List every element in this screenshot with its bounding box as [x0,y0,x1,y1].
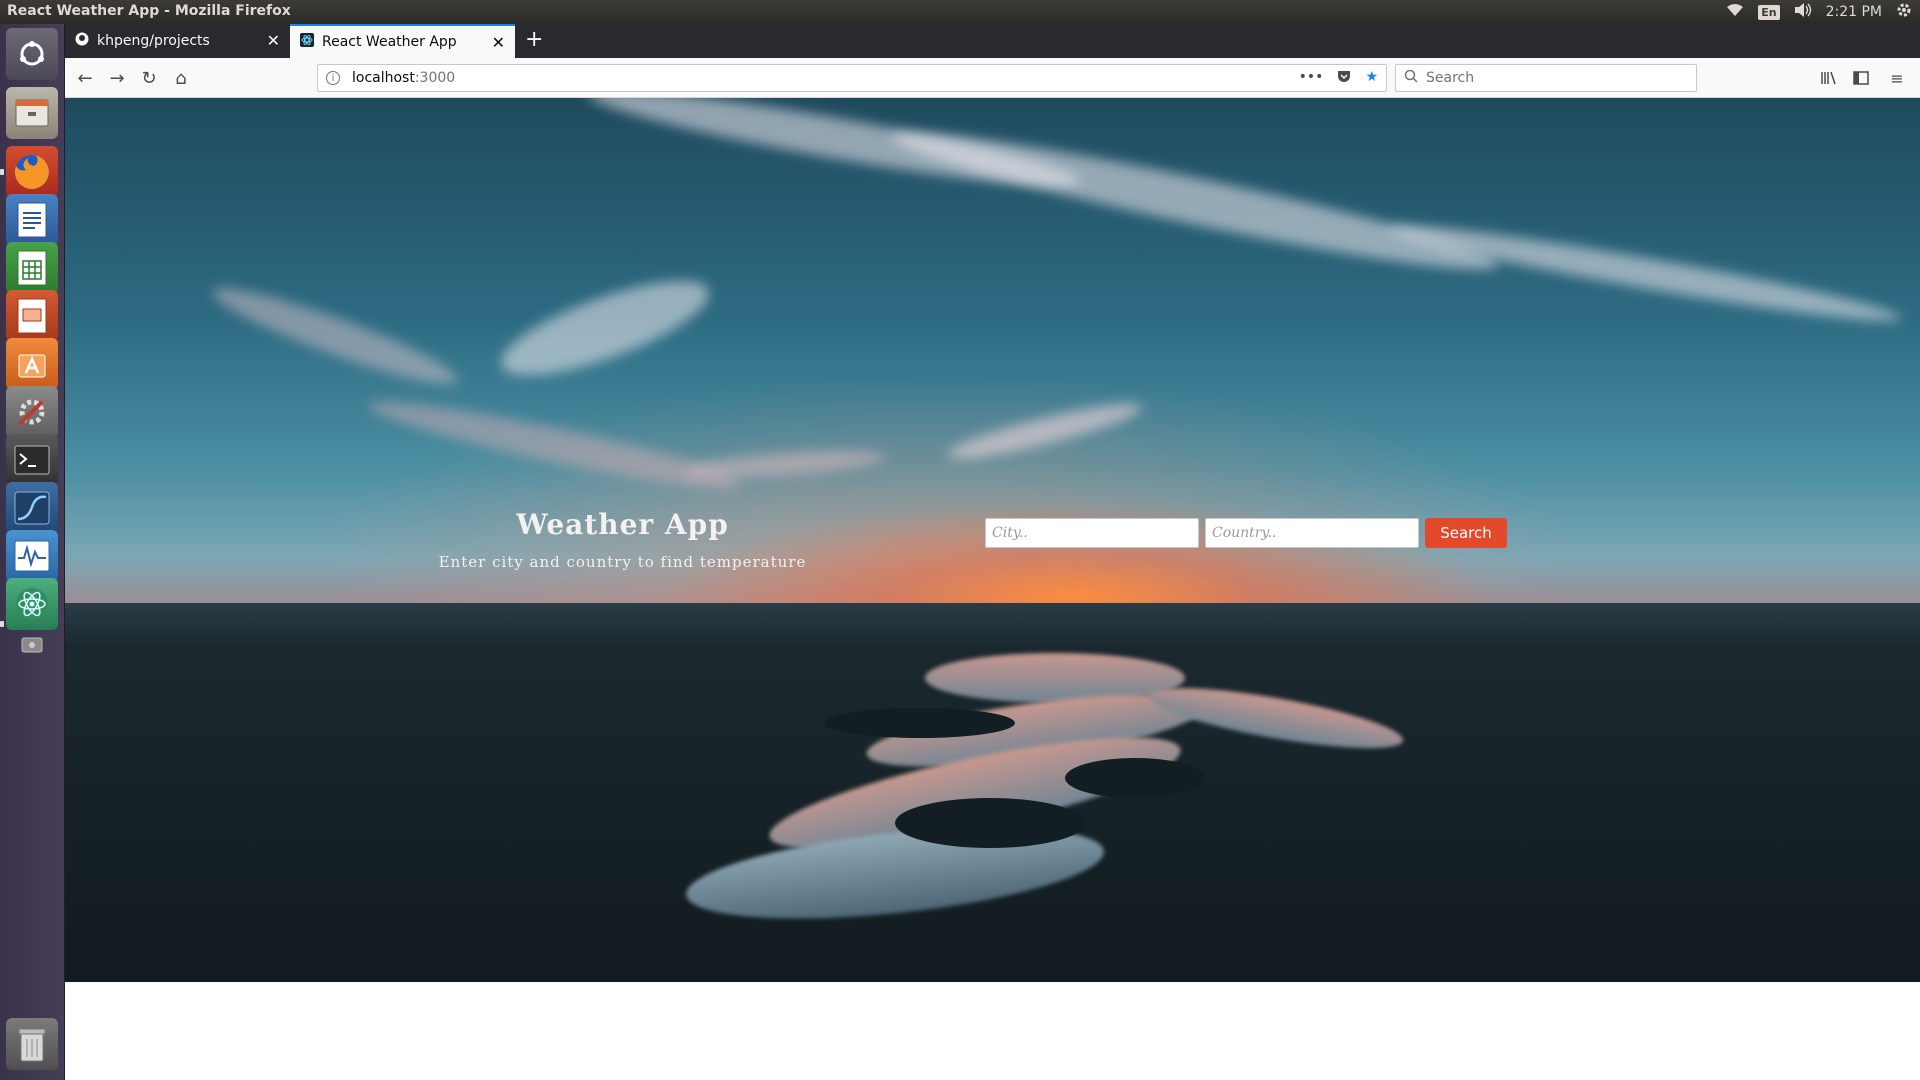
system-top-bar: React Weather App - Mozilla Firefox En 2… [0,0,1920,24]
impress-icon[interactable] [6,290,58,342]
city-input[interactable] [985,518,1199,548]
browser-navigation-bar: ← → ↻ ⌂ i localhost:3000 ••• ★ Search ≡ [65,58,1920,98]
calc-icon[interactable] [6,242,58,294]
volume-icon[interactable] [1794,3,1812,21]
cloud [944,394,1146,468]
cloud [206,274,464,398]
home-button[interactable]: ⌂ [169,66,193,90]
tab-react-weather-app[interactable]: React Weather App ✕ [290,24,515,58]
info-icon[interactable]: i [326,71,340,85]
dash-icon[interactable] [6,28,58,80]
keyboard-layout-indicator[interactable]: En [1758,4,1780,20]
island [1065,758,1205,798]
sidebar-icon[interactable] [1849,66,1873,90]
search-bar[interactable]: Search [1395,64,1697,92]
url-actions: ••• ★ [1299,69,1378,87]
cloud [1386,213,1904,333]
app-title: Weather App [516,508,729,541]
system-monitor-icon[interactable] [6,530,58,582]
app-subtitle: Enter city and country to find temperatu… [438,553,807,571]
browser-tab-bar: khpeng/projects ✕ React Weather App ✕ + [65,24,1920,58]
github-icon [75,32,89,50]
drive-icon[interactable] [20,632,44,658]
unity-launcher [0,24,65,1080]
close-icon[interactable]: ✕ [492,33,505,52]
search-placeholder: Search [1426,70,1475,86]
app-header: Weather App Enter city and country to fi… [435,508,810,571]
trash-icon[interactable] [6,1018,58,1070]
react-icon [300,33,314,51]
url-host: localhost [352,70,415,86]
country-input[interactable] [1205,518,1419,548]
cloud [684,446,886,482]
tab-label: khpeng/projects [97,33,210,49]
tab-label: React Weather App [322,34,457,50]
new-tab-button[interactable]: + [525,27,543,52]
pocket-icon[interactable] [1337,69,1351,87]
window-title: React Weather App - Mozilla Firefox [7,3,291,19]
search-icon [1404,69,1418,87]
tab-khpeng-projects[interactable]: khpeng/projects ✕ [65,24,290,58]
writer-icon[interactable] [6,194,58,246]
hero-background: Weather App Enter city and country to fi… [65,98,1920,982]
clock[interactable]: 2:21 PM [1826,4,1882,20]
url-text: localhost:3000 [352,70,455,86]
cloud [365,388,745,502]
url-port: :3000 [414,70,456,86]
back-button[interactable]: ← [73,66,97,90]
files-icon[interactable] [6,87,58,139]
url-bar[interactable]: i localhost:3000 ••• ★ [317,64,1387,92]
firefox-icon[interactable] [6,146,58,198]
island [895,798,1085,848]
wifi-icon[interactable] [1726,3,1744,21]
forward-button[interactable]: → [105,66,129,90]
cloud [886,114,1504,288]
system-settings-icon[interactable] [6,386,58,438]
island [825,708,1015,738]
active-indicator [0,169,4,175]
terminal-icon[interactable] [6,434,58,486]
hamburger-menu-icon[interactable]: ≡ [1885,66,1909,90]
system-tray: En 2:21 PM [1726,0,1912,24]
web-page: Weather App Enter city and country to fi… [65,98,1920,1080]
gear-icon[interactable] [1896,2,1912,22]
bookmark-star-icon[interactable]: ★ [1365,69,1378,87]
library-icon[interactable] [1817,66,1841,90]
software-center-icon[interactable] [6,338,58,390]
weather-search-form: Search [985,518,1507,548]
close-icon[interactable]: ✕ [267,31,280,50]
cloud [491,262,719,394]
reload-button[interactable]: ↻ [137,66,161,90]
atom-icon[interactable] [6,578,58,630]
monitor-icon[interactable] [6,482,58,534]
page-actions-icon[interactable]: ••• [1299,69,1324,87]
search-button[interactable]: Search [1425,518,1507,548]
active-indicator [0,621,4,627]
